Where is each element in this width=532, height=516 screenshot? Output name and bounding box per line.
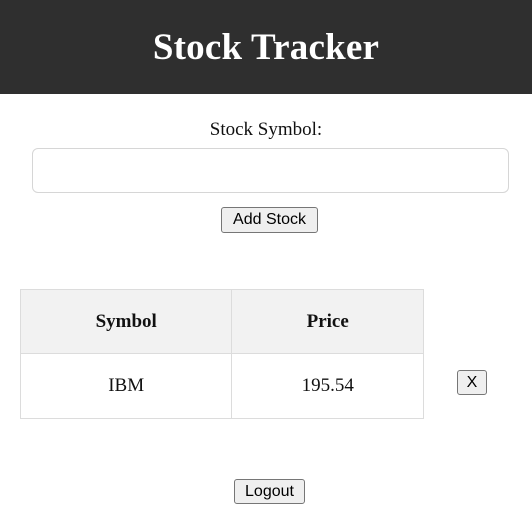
app-header: Stock Tracker: [0, 0, 532, 94]
stock-price-cell: 195.54: [231, 353, 424, 419]
table-header-row: Symbol Price: [19, 289, 424, 354]
page-title: Stock Tracker: [152, 26, 380, 68]
table-row: IBM 195.54: [19, 353, 424, 419]
stock-symbol-label: Stock Symbol:: [209, 119, 323, 140]
column-header-price: Price: [231, 289, 424, 354]
column-header-symbol: Symbol: [19, 289, 233, 354]
stocks-table: Symbol Price IBM 195.54: [19, 289, 424, 419]
logout-button[interactable]: Logout: [234, 479, 305, 504]
stock-symbol-input[interactable]: [32, 148, 509, 193]
remove-stock-button[interactable]: X: [457, 370, 487, 395]
add-stock-button[interactable]: Add Stock: [221, 207, 318, 233]
stock-symbol-cell: IBM: [19, 353, 233, 419]
